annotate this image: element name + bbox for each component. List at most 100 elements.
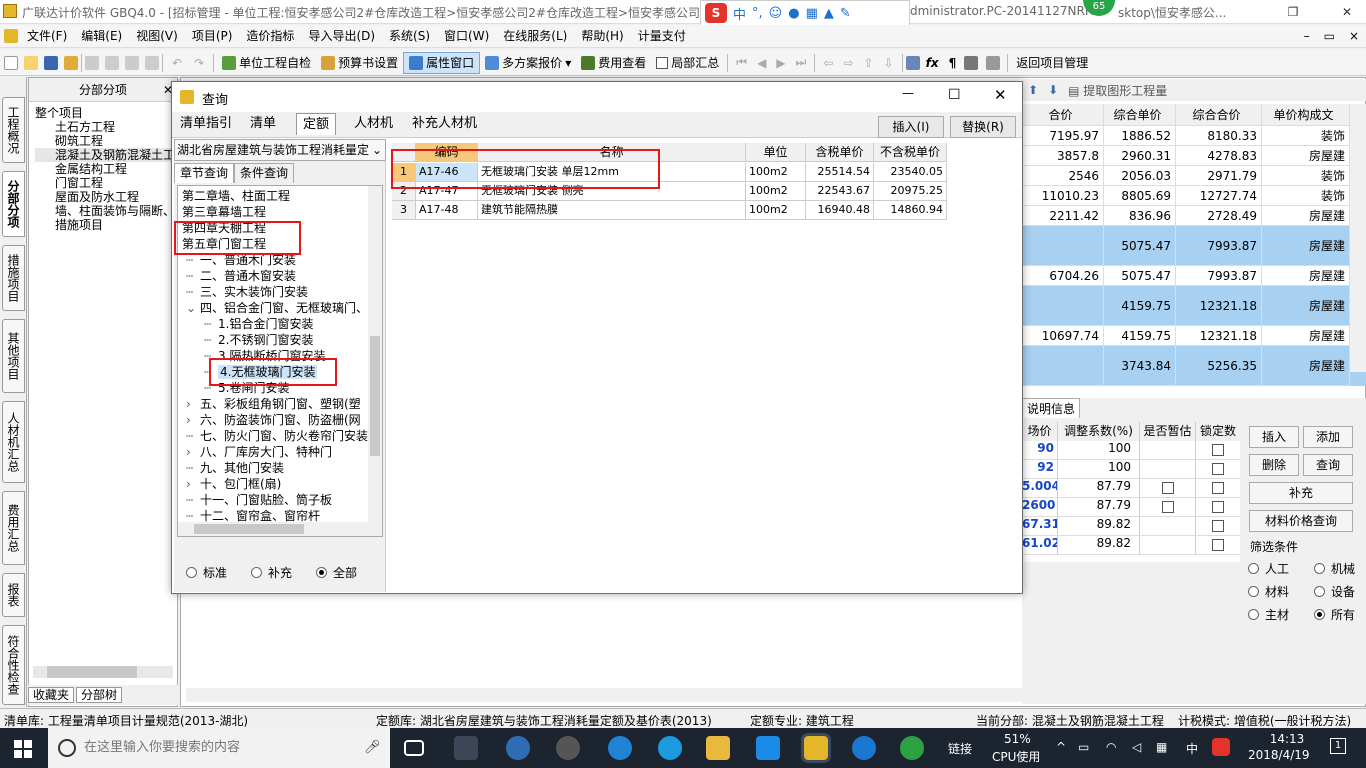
wifi-icon[interactable]: ◠	[1106, 740, 1116, 754]
partial-summary-toggle[interactable]: 局部汇总	[651, 52, 724, 74]
table-cell[interactable]: 5075.47	[1104, 266, 1176, 286]
nav-next-icon[interactable]: ▶	[776, 56, 785, 70]
sogou-icon[interactable]: S	[705, 3, 727, 23]
coefficient-cell[interactable]: 100	[1058, 441, 1140, 459]
menu-cost-index[interactable]: 造价指标	[239, 26, 301, 46]
table-cell[interactable]: 5256.35	[1176, 346, 1262, 386]
redo-icon[interactable]: ↷	[194, 56, 204, 70]
radio-dot[interactable]	[186, 567, 197, 578]
chapter-subitem[interactable]: ┄ 十一、门窗贴脸、筒子板	[186, 492, 332, 508]
quota-notax-cell[interactable]: 23540.05	[874, 163, 947, 182]
clock-time[interactable]: 14:13	[1262, 732, 1312, 746]
table-cell[interactable]: 房屋建	[1262, 266, 1350, 286]
market-price-cell[interactable]: 92	[1022, 460, 1058, 478]
tab-favorites[interactable]: 收藏夹	[28, 687, 75, 703]
table-row[interactable]: 5.004 87.79	[1022, 479, 1240, 498]
tree-item-selected[interactable]: 混凝土及钢筋混凝土工	[35, 148, 177, 162]
menu-window[interactable]: 窗口(W)	[437, 26, 496, 46]
table-cell[interactable]	[1022, 346, 1104, 386]
maximize-icon[interactable]: ☐	[948, 87, 961, 103]
edge-icon[interactable]	[608, 736, 632, 760]
table-cell[interactable]: 2960.31	[1104, 146, 1176, 166]
col-header[interactable]: 综合单价	[1104, 104, 1176, 126]
add-button[interactable]: 添加	[1303, 426, 1353, 448]
quota-code-cell[interactable]: A17-48	[416, 201, 478, 220]
table-cell[interactable]: 8180.33	[1176, 126, 1262, 146]
tree-item[interactable]: 砌筑工程	[35, 134, 177, 148]
material-price-query-button[interactable]: 材料价格查询	[1249, 510, 1353, 532]
lock-checkbox[interactable]	[1212, 520, 1224, 532]
return-project-button[interactable]: 返回项目管理	[1011, 52, 1093, 74]
table-cell[interactable]: 12727.74	[1176, 186, 1262, 206]
mic-icon[interactable]: 🎤︎	[364, 728, 381, 768]
coefficient-cell[interactable]: 89.82	[1058, 536, 1140, 554]
table-cell[interactable]: 7993.87	[1176, 266, 1262, 286]
col-header[interactable]: 合价	[1022, 104, 1104, 126]
minimize-icon[interactable]: —	[902, 86, 914, 100]
table-cell[interactable]: 12321.18	[1176, 286, 1262, 326]
menu-edit[interactable]: 编辑(E)	[74, 26, 129, 46]
supplement-button[interactable]: 补充	[1249, 482, 1353, 504]
coefficient-cell[interactable]: 89.82	[1058, 517, 1140, 535]
table-cell[interactable]: 4159.75	[1104, 286, 1176, 326]
table-cell[interactable]: 装饰	[1262, 186, 1350, 206]
table-cell[interactable]: 房屋建	[1262, 226, 1350, 266]
keyboard-icon[interactable]: ▦	[1156, 740, 1167, 754]
table-row[interactable]: 90 100	[1022, 441, 1240, 460]
table-cell[interactable]: 7993.87	[1176, 226, 1262, 266]
restore-icon[interactable]: ❐	[1278, 2, 1308, 22]
table-cell[interactable]: 10697.74	[1022, 326, 1104, 346]
table-cell[interactable]: 房屋建	[1262, 206, 1350, 226]
lock-checkbox[interactable]	[1212, 539, 1224, 551]
tree-item[interactable]: 屋面及防水工程	[35, 190, 177, 204]
lock-checkbox[interactable]	[1212, 482, 1224, 494]
radio-dot[interactable]	[1248, 609, 1259, 620]
expand-toggle-icon[interactable]: ›	[186, 444, 200, 460]
partial-summary-checkbox[interactable]	[656, 56, 669, 69]
tree-item[interactable]: 金属结构工程	[35, 162, 177, 176]
quota-tax-cell[interactable]: 16940.48	[806, 201, 874, 220]
table-cell[interactable]: 6704.26	[1022, 266, 1104, 286]
file-explorer-icon[interactable]	[706, 736, 730, 760]
quota-unit-cell[interactable]: 100m2	[746, 163, 806, 182]
volume-icon[interactable]: ◁	[1132, 740, 1141, 754]
table-row[interactable]: 4159.75 12321.18 房屋建	[1022, 286, 1366, 326]
radio-dot[interactable]	[1314, 609, 1325, 620]
tab-other-items[interactable]: 其他项目	[2, 319, 25, 393]
table-row[interactable]: 67.31 89.82	[1022, 517, 1240, 536]
app-swirl-icon[interactable]	[556, 736, 580, 760]
fee-view-button[interactable]: 费用查看	[576, 52, 651, 74]
radio-dot[interactable]	[251, 567, 263, 578]
property-window-button[interactable]: 属性窗口	[403, 51, 481, 74]
table-cell[interactable]	[1022, 286, 1104, 326]
table-cell[interactable]: 11010.23	[1022, 186, 1104, 206]
chapter-item[interactable]: 第三章幕墙工程	[182, 204, 266, 220]
table-row[interactable]: 5075.47 7993.87 房屋建	[1022, 226, 1366, 266]
coefficient-cell[interactable]: 87.79	[1058, 498, 1140, 516]
table-row[interactable]: 2546 2056.03 2971.79 装饰	[1022, 166, 1366, 186]
dialog-replace-button[interactable]: 替换(R)	[950, 116, 1016, 138]
app-plus-icon[interactable]	[756, 736, 780, 760]
market-price-cell[interactable]: 90	[1022, 441, 1058, 459]
quota-no-cell[interactable]: 3	[392, 201, 416, 220]
tree-item[interactable]: 土石方工程	[35, 120, 177, 134]
tree-item[interactable]: 墙、柱面装饰与隔断、	[35, 204, 177, 218]
radio-supplement[interactable]: 补充	[251, 564, 292, 581]
notification-count[interactable]: 1	[1330, 738, 1346, 754]
chapter-subitem[interactable]: › 五、彩板组角钢门窗、塑钢(塑	[186, 396, 361, 412]
radio-dot-selected[interactable]	[316, 567, 328, 578]
menu-online[interactable]: 在线服务(L)	[496, 26, 574, 46]
move-up-icon[interactable]: ⇧	[863, 56, 873, 70]
tab-labor-material[interactable]: 人材机	[348, 113, 399, 135]
table-cell[interactable]: 12321.18	[1176, 326, 1262, 346]
menu-measure-pay[interactable]: 计量支付	[631, 26, 693, 46]
radio-dot[interactable]	[1248, 586, 1259, 597]
folder-icon[interactable]	[64, 55, 78, 70]
formula-icon[interactable]: fx	[926, 56, 939, 70]
clock-date[interactable]: 2018/4/19	[1248, 748, 1310, 762]
table-row[interactable]: 2211.42 836.96 2728.49 房屋建	[1022, 206, 1366, 226]
col-header-tax-price[interactable]: 含税单价	[806, 143, 874, 162]
ie-blue-icon[interactable]	[658, 736, 682, 760]
table-row[interactable]: 10697.74 4159.75 12321.18 房屋建	[1022, 326, 1366, 346]
close-icon[interactable]: ✕	[1332, 2, 1362, 22]
